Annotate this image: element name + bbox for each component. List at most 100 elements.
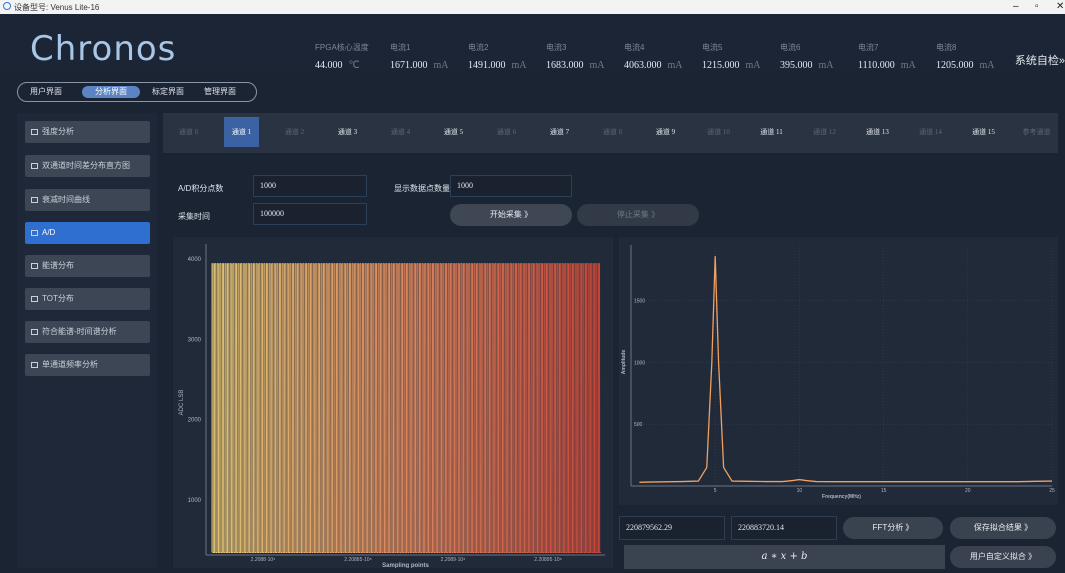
channel-tab-0[interactable]: 通道 0 (171, 117, 206, 147)
sidebar-item-3[interactable]: A/D (25, 222, 150, 244)
menu-item-icon (31, 230, 38, 236)
y-tick-label: 1500 (634, 299, 645, 305)
channel-bar: 通道 0 通道 1 通道 2 通道 3 通道 4 通道 5 通道 6 通道 7 通道 8 通道 9… (163, 113, 1058, 153)
channel-tab-12[interactable]: 通道 12 (807, 117, 842, 147)
sidebar: 强度分析双通道时间差分布直方图 衰减时间曲线 A/D 能谱分布 TOT分布符合能谱-时间… (17, 113, 157, 568)
tab-analysis[interactable]: 分析界面 (82, 86, 140, 98)
fit-start-field[interactable]: 220879562.29 (619, 516, 725, 540)
channel-tab-6[interactable]: 通道 6 (489, 117, 524, 147)
top-tab-bar: 用户界面 分析界面 标定界面 管理界面 (17, 82, 257, 102)
maximize-button[interactable]: ▫ (1035, 1, 1039, 12)
channel-tab-13[interactable]: 通道 13 (860, 117, 895, 147)
sidebar-item-5[interactable]: TOT分布 (25, 288, 150, 310)
metric-value: 1110.000 mA (858, 60, 916, 71)
menu-item-icon (31, 197, 38, 203)
y-axis-label: Amplitude (621, 350, 627, 375)
sidebar-item-7[interactable]: 单通道频率分析 (25, 354, 150, 376)
x-tick-label: 10 (797, 488, 803, 494)
sidebar-item-2[interactable]: 衰减时间曲线 (25, 189, 150, 211)
display-points-field[interactable]: 1000 (450, 175, 572, 197)
sidebar-item-6[interactable]: 符合能谱-时间谱分析 (25, 321, 150, 343)
channel-tab-11[interactable]: 通道 11 (754, 117, 789, 147)
channel-tab-1[interactable]: 通道 1 (224, 117, 259, 147)
channel-tab-15[interactable]: 通道 15 (966, 117, 1001, 147)
sidebar-item-0[interactable]: 强度分析 (25, 121, 150, 143)
y-tick-label: 2000 (188, 418, 202, 424)
y-tick-label: 500 (634, 422, 643, 428)
metric-unit: mA (818, 60, 834, 71)
metric-value: 4063.000 mA (624, 60, 683, 71)
sidebar-item-label: 强度分析 (42, 127, 74, 136)
stop-acquisition-button[interactable]: 停止采集 》 (577, 204, 699, 226)
metric-value: 1215.000 mA (702, 60, 761, 71)
close-button[interactable]: ✕ (1056, 1, 1064, 12)
metric-value: 1683.000 mA (546, 60, 605, 71)
fit-end-field[interactable]: 220883720.14 (731, 516, 837, 540)
metric-label: 电流8 (936, 43, 957, 52)
sidebar-item-label: 能谱分布 (42, 261, 74, 270)
x-tick-label: 20 (965, 488, 971, 494)
start-acquisition-button[interactable]: 开始采集 》 (450, 204, 572, 226)
sidebar-item-1[interactable]: 双通道时间差分布直方图 (25, 155, 150, 177)
ad-points-field[interactable]: 1000 (253, 175, 367, 197)
tab-calibration[interactable]: 标定界面 (146, 86, 190, 98)
sidebar-item-label: 单通道频率分析 (42, 360, 98, 369)
sample-time-label: 采集时间 (178, 212, 210, 221)
metric-label: 电流1 (390, 43, 411, 52)
custom-fit-button[interactable]: 用户自定义拟合 》 (950, 546, 1056, 568)
save-fit-button[interactable]: 保存拟合结果 》 (950, 517, 1056, 539)
metric-label: FPGA核心温度 (315, 43, 369, 52)
tab-management[interactable]: 管理界面 (198, 86, 242, 98)
y-tick-label: 1000 (188, 498, 202, 504)
menu-item-icon (31, 329, 38, 335)
channel-tab-16[interactable]: 参考通道 (1019, 117, 1054, 147)
tab-user[interactable]: 用户界面 (24, 86, 68, 98)
x-tick-label: 2.20895·10⁸ (534, 557, 561, 563)
app-icon (3, 2, 11, 10)
channel-tab-4[interactable]: 通道 4 (383, 117, 418, 147)
metric-unit: mA (979, 60, 995, 71)
metric-8: 电流8 1205.000 mA (936, 42, 1016, 71)
metric-7: 电流7 1110.000 mA (858, 42, 938, 71)
sample-time-field[interactable]: 100000 (253, 203, 367, 225)
adc-waveform-svg: 4000 3000 2000 1000 2.2088·10⁸ 2.20885·10⁸ 2.2… (179, 244, 605, 569)
fit-formula-display[interactable]: a ∗ x + b (624, 545, 945, 569)
self-test-button[interactable]: 系统自检» (1015, 52, 1065, 68)
fft-analysis-button[interactable]: FFT分析 》 (843, 517, 943, 539)
metric-label: 电流7 (858, 43, 879, 52)
minimize-button[interactable]: – (1013, 1, 1019, 12)
channel-tab-8[interactable]: 通道 8 (595, 117, 630, 147)
sidebar-item-label: A/D (42, 228, 56, 237)
x-axis-label: Frequency(MHz) (822, 494, 861, 500)
metric-label: 电流3 (546, 43, 567, 52)
channel-tab-9[interactable]: 通道 9 (648, 117, 683, 147)
adc-signal-line (211, 263, 601, 554)
metric-4: 电流4 4063.000 mA (624, 42, 704, 71)
menu-item-icon (31, 296, 38, 302)
sidebar-item-label: 符合能谱-时间谱分析 (42, 327, 117, 336)
metric-6: 电流6 395.000 mA (780, 42, 860, 71)
channel-tab-3[interactable]: 通道 3 (330, 117, 365, 147)
sidebar-item-label: 衰减时间曲线 (42, 195, 90, 204)
metric-3: 电流3 1683.000 mA (546, 42, 626, 71)
metric-label: 电流4 (624, 43, 645, 52)
channel-tab-14[interactable]: 通道 14 (913, 117, 948, 147)
x-tick-label: 2.20885·10⁸ (344, 557, 371, 563)
channel-tab-5[interactable]: 通道 5 (436, 117, 471, 147)
menu-item-icon (31, 129, 38, 135)
channel-tab-10[interactable]: 通道 10 (701, 117, 736, 147)
metric-unit: mA (433, 60, 449, 71)
metric-5: 电流5 1215.000 mA (702, 42, 782, 71)
metric-value: 395.000 mA (780, 60, 834, 71)
channel-tab-2[interactable]: 通道 2 (277, 117, 312, 147)
adc-waveform-chart: 4000 3000 2000 1000 2.2088·10⁸ 2.20885·10⁸ 2.2… (173, 237, 613, 569)
metric-value: 1671.000 mA (390, 60, 449, 71)
x-tick-label: 15 (881, 488, 887, 494)
metric-unit: mA (667, 60, 683, 71)
app-header: Chronos FPGA核心温度 44.000 ℃ 电流1 1671.000 mA 电流2 1… (0, 14, 1065, 71)
fft-spectrum-chart: 1500 1000 500 5 10 15 20 25 Frequency(MHz) Amplit… (619, 237, 1058, 505)
sidebar-item-4[interactable]: 能谱分布 (25, 255, 150, 277)
sidebar-item-label: 双通道时间差分布直方图 (42, 161, 130, 170)
metric-unit: mA (900, 60, 916, 71)
channel-tab-7[interactable]: 通道 7 (542, 117, 577, 147)
